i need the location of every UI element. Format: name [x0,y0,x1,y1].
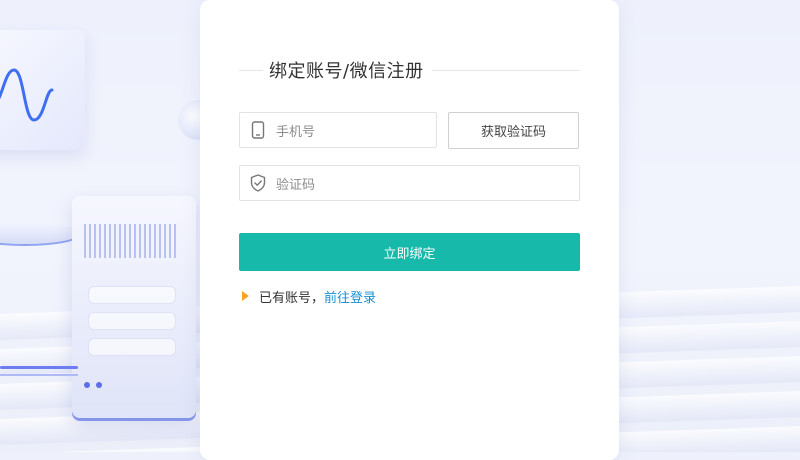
login-prompt: 已有账号， 前往登录 [242,287,376,306]
server-slot [88,338,176,356]
server-slot [88,286,176,304]
disc-illustration [0,222,80,244]
divider [431,69,580,71]
bg-cable [0,366,78,369]
title-row: 绑定账号/微信注册 [239,58,580,82]
get-code-button[interactable]: 获取验证码 [448,112,579,149]
login-prompt-text: 已有账号， [259,290,325,306]
shield-check-icon [240,166,276,200]
triangle-right-icon [242,291,249,301]
verification-code-input[interactable]: 验证码 [239,165,580,201]
server-led [84,382,90,388]
divider [239,69,263,71]
wave-icon [0,68,54,122]
page-title: 绑定账号/微信注册 [269,61,424,82]
bind-now-button[interactable]: 立即绑定 [239,233,580,271]
wave-card-illustration [0,30,85,150]
server-vents [84,224,176,258]
server-led [96,382,102,388]
bg-cable [0,374,78,376]
server-illustration [72,196,196,418]
bind-account-card: 绑定账号/微信注册 手机号 获取验证码 验证码 立即绑定 已有账号， 前往登录 [200,0,619,460]
phone-input[interactable]: 手机号 [239,112,437,148]
go-login-link[interactable]: 前往登录 [324,287,376,306]
phone-placeholder: 手机号 [276,124,316,140]
server-slot [88,312,176,330]
code-placeholder: 验证码 [276,177,316,193]
phone-icon [240,113,276,147]
